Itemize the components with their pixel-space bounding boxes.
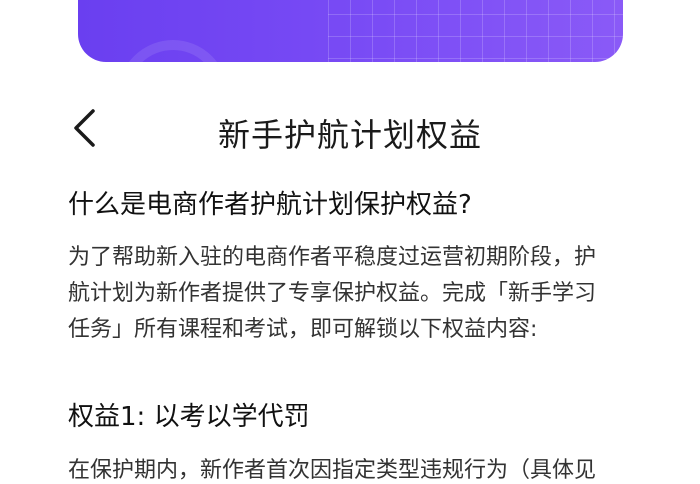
promo-banner: [78, 0, 623, 62]
banner-ring-decoration: [118, 40, 228, 62]
intro-line: 任务」所有课程和考试，即可解锁以下权益内容:: [68, 317, 538, 342]
intro-line: 航计划为新作者提供了专享保护权益。完成「新手学习: [68, 281, 597, 306]
page-title: 新手护航计划权益: [217, 116, 482, 154]
page-header: 新手护航计划权益: [0, 96, 700, 166]
banner-grid-pattern: [328, 0, 623, 62]
intro-line: 为了帮助新入驻的电商作者平稳度过运营初期阶段，护: [68, 245, 597, 270]
section-question-heading: 什么是电商作者护航计划保护权益?: [68, 190, 472, 220]
benefit-1-description: 在保护期内，新作者首次因指定类型违规行为（具体见: [68, 458, 597, 483]
intro-paragraph: 为了帮助新入驻的电商作者平稳度过运营初期阶段，护 航计划为新作者提供了专享保护权…: [68, 240, 638, 348]
benefit-1-title: 权益1: 以考以学代罚: [68, 402, 310, 432]
